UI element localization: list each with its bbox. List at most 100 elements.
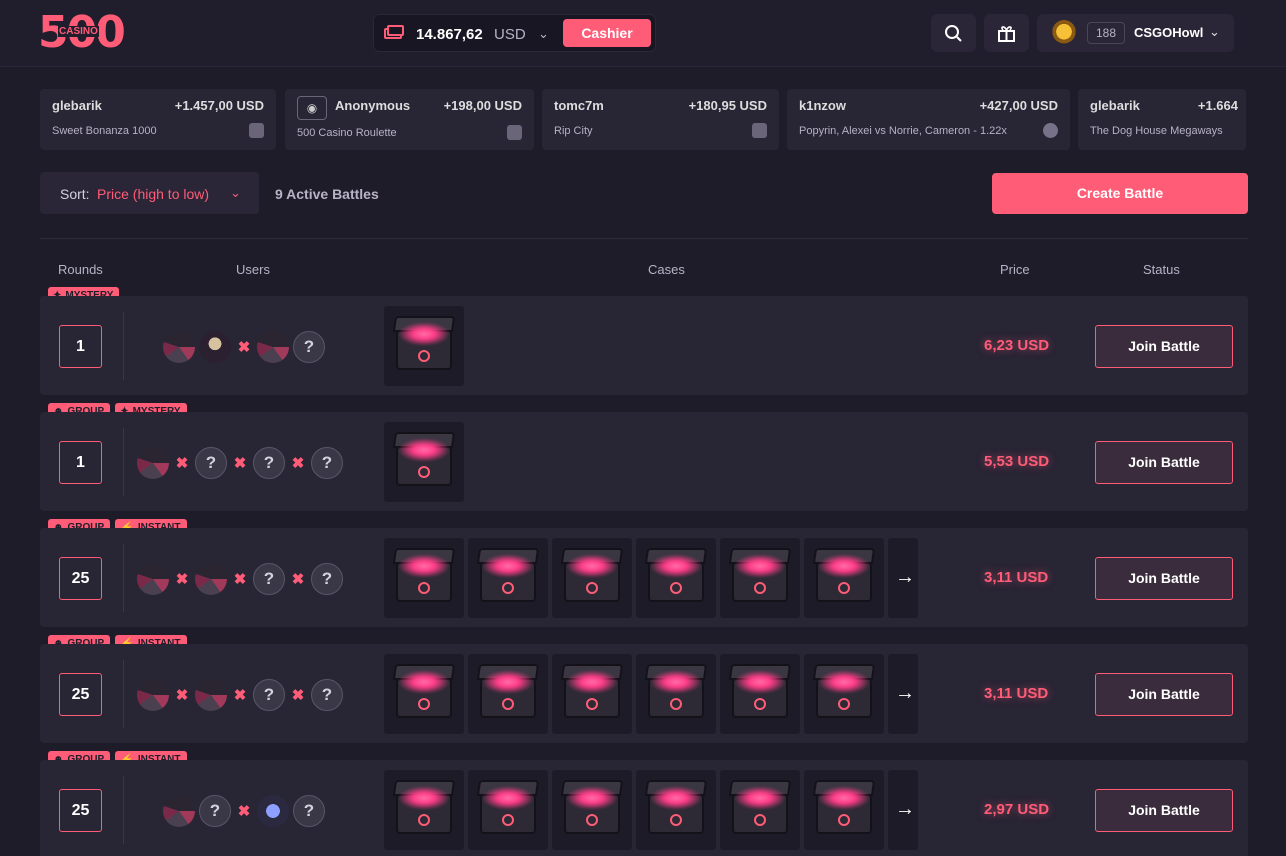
case-image [552,770,632,850]
crossed-swords-icon: ✖ [233,455,247,472]
win-ticker-item[interactable]: glebarik +1.664 The Dog House Megaways [1078,89,1246,150]
join-battle-button[interactable]: Join Battle [1095,557,1233,600]
case-image [636,770,716,850]
case-image [384,422,464,502]
logo-text: CASINO [58,26,99,37]
crossed-swords-icon: ✖ [233,571,247,588]
crossed-swords-icon: ✖ [237,339,251,356]
anonymous-icon: ◉ [297,96,327,120]
battle-cases: → [384,654,918,734]
win-amount: +1.457,00 USD [174,98,264,113]
win-ticker-item[interactable]: tomc7m +180,95 USD Rip City [542,89,779,150]
top-header: 500 CASINO 14.867,62 USD ⌄ Cashier 188 C… [0,0,1286,67]
arrow-right-icon: → [895,798,915,820]
crossed-swords-icon: ✖ [233,687,247,704]
more-cases-button[interactable]: → [888,538,918,618]
cashier-button[interactable]: Cashier [563,19,651,47]
search-button[interactable] [931,14,976,52]
gift-icon [998,26,1015,42]
empty-slot-icon[interactable]: ? [293,795,325,827]
more-cases-button[interactable]: → [888,770,918,850]
battle-row[interactable]: 25 ✖ ✖ ? ✖ ? → 3,11 USD Join Battle [40,644,1248,743]
coins-icon [384,25,404,46]
user-menu[interactable]: 188 CSGOHowl ⌄ [1037,14,1234,52]
player-avatar [163,795,195,827]
winner-name: Anonymous [335,98,411,113]
game-name: 500 Casino Roulette [297,127,397,139]
user-level-badge: 188 [1087,22,1125,44]
join-battle-button[interactable]: Join Battle [1095,325,1233,368]
battle-users: ✖ ✖ ? ✖ ? [137,678,343,712]
case-image [552,654,632,734]
case-image [720,538,800,618]
win-ticker-item[interactable]: glebarik +1.457,00 USD Sweet Bonanza 100… [40,89,276,150]
crossed-swords-icon: ✖ [237,803,251,820]
empty-slot-icon[interactable]: ? [311,679,343,711]
cards-icon [249,123,264,138]
divider [123,428,124,496]
case-image [552,538,632,618]
battle-cases: → [384,770,918,850]
battle-row[interactable]: 25 ✖ ✖ ? ✖ ? → 3,11 USD Join Battle [40,528,1248,627]
battle-row[interactable]: 1 ✖ ? ✖ ? ✖ ? 5,53 USD Join Battle [40,412,1248,511]
create-battle-button[interactable]: Create Battle [992,173,1248,214]
search-icon [945,25,962,42]
battle-row[interactable]: 1 ✖ ? 6,23 USD Join Battle [40,296,1248,395]
game-name: The Dog House Megaways [1090,125,1223,137]
empty-slot-icon[interactable]: ? [293,331,325,363]
case-image [468,770,548,850]
player-avatar [257,331,289,363]
case-image [384,538,464,618]
divider [123,312,124,380]
crossed-swords-icon: ✖ [175,687,189,704]
col-header-price: Price [1000,262,1030,277]
avatar [1051,20,1077,46]
battle-cases [384,306,464,386]
join-battle-button[interactable]: Join Battle [1095,441,1233,484]
winner-name: glebarik [1090,98,1140,113]
col-header-status: Status [1143,262,1180,277]
case-image [636,538,716,618]
sort-dropdown[interactable]: Sort: Price (high to low) ⌄ [40,172,259,214]
crossed-swords-icon: ✖ [291,455,305,472]
empty-slot-icon[interactable]: ? [253,563,285,595]
player-avatar [137,563,169,595]
game-name: Sweet Bonanza 1000 [52,125,157,137]
win-amount: +198,00 USD [443,98,522,113]
balance-amount: 14.867,62 [416,26,483,43]
rounds-count: 25 [59,673,102,716]
battle-users: ✖ ? [163,330,325,364]
gift-button[interactable] [984,14,1029,52]
win-ticker-item[interactable]: ◉ Anonymous +198,00 USD 500 Casino Roule… [285,89,534,150]
col-header-rounds: Rounds [58,262,103,277]
crossed-swords-icon: ✖ [291,687,305,704]
rounds-count: 25 [59,789,102,832]
battle-row[interactable]: 25 ? ✖ ? → 2,97 USD Join Battle [40,760,1248,856]
case-image [804,654,884,734]
empty-slot-icon[interactable]: ? [311,563,343,595]
win-amount: +427,00 USD [979,98,1058,113]
battle-users: ✖ ? ✖ ? ✖ ? [137,446,343,480]
battle-users: ✖ ✖ ? ✖ ? [137,562,343,596]
balance-currency: USD [494,26,526,43]
empty-slot-icon[interactable]: ? [311,447,343,479]
empty-slot-icon[interactable]: ? [195,447,227,479]
win-ticker-item[interactable]: k1nzow +427,00 USD Popyrin, Alexei vs No… [787,89,1070,150]
join-battle-button[interactable]: Join Battle [1095,673,1233,716]
crossed-swords-icon: ✖ [175,455,189,472]
crossed-swords-icon: ✖ [175,571,189,588]
empty-slot-icon[interactable]: ? [199,795,231,827]
site-logo[interactable]: 500 CASINO [38,11,126,55]
win-amount: +1.664 [1197,98,1238,113]
empty-slot-icon[interactable]: ? [253,447,285,479]
arrow-right-icon: → [895,566,915,588]
winner-name: k1nzow [799,98,846,113]
join-battle-button[interactable]: Join Battle [1095,789,1233,832]
more-cases-button[interactable]: → [888,654,918,734]
rounds-count: 25 [59,557,102,600]
empty-slot-icon[interactable]: ? [253,679,285,711]
player-avatar [137,679,169,711]
sort-value: Price (high to low) [97,186,210,202]
battle-price: 5,53 USD [984,453,1050,470]
divider [123,660,124,728]
